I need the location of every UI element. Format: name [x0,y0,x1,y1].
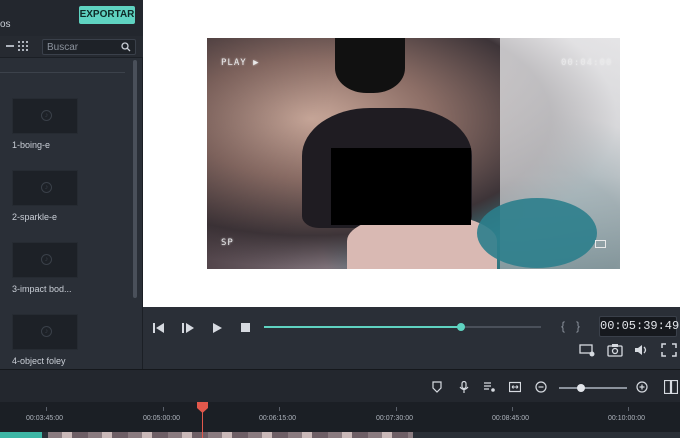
video-face-mask [335,38,405,93]
music-note-icon: ♪ [41,182,52,193]
progress-fill [264,326,461,328]
library-divider [0,72,125,73]
video-clip[interactable] [48,432,413,438]
music-note-icon: ♪ [41,254,52,265]
ruler-tick [396,407,397,411]
play-reverse-icon[interactable] [180,321,196,335]
zoom-slider-handle[interactable] [577,384,586,392]
snapshot-camera-icon[interactable] [607,343,623,357]
current-timecode[interactable]: 00:05:39:49 [599,316,679,337]
asset-label: 3-impact bod... [12,284,72,294]
ruler-label: 00:08:45:00 [492,415,529,422]
audio-asset-1[interactable]: ♪ 1-boing-e [12,98,80,150]
fit-timeline-icon[interactable] [509,381,521,393]
search-box [42,39,136,55]
asset-label: 4-object foley [12,356,66,366]
search-input[interactable] [47,41,119,53]
battery-icon [595,240,606,248]
library-scrollbar[interactable] [133,60,137,298]
playhead-handle[interactable] [197,402,208,413]
play-icon[interactable] [210,321,226,335]
playback-progress-bar[interactable] [264,323,541,331]
progress-handle[interactable] [456,323,465,331]
asset-label: 1-boing-e [12,140,51,150]
audio-clip[interactable] [0,432,42,438]
display-settings-icon[interactable] [579,343,595,357]
marker-shield-icon[interactable] [431,381,443,393]
ruler-label: 00:07:30:00 [376,415,413,422]
audio-thumbnail: ♪ [12,314,78,350]
censor-block [331,148,471,225]
search-icon[interactable] [121,42,131,52]
video-frame: PLAY ▶ 00:04:00 SP [207,38,620,269]
audio-asset-2[interactable]: ♪ 2-sparkle-e [12,170,80,222]
music-note-icon: ♪ [41,326,52,337]
ruler-label: 00:03:45:00 [26,415,63,422]
playback-controls: { } 00:05:39:49 [143,307,680,369]
previous-frame-icon[interactable] [151,321,167,335]
asset-label: 2-sparkle-e [12,212,58,222]
library-toolbar [0,36,143,58]
volume-icon[interactable] [634,343,650,357]
top-bar: os EXPORTAR [0,0,143,36]
osd-sp-label: SP [221,238,234,248]
ruler-tick [628,407,629,411]
menu-tab-fragment[interactable]: os [0,19,11,30]
audio-thumbnail: ♪ [12,170,78,206]
voiceover-list-icon[interactable] [483,381,495,393]
media-library-panel: ♪ 1-boing-e ♪ 2-sparkle-e ♪ 3-impact bod… [0,36,143,369]
grid-view-icon[interactable] [18,41,29,52]
osd-play-label: PLAY ▶ [221,58,260,68]
ruler-label: 00:05:00:00 [143,415,180,422]
audio-asset-4[interactable]: ♪ 4-object foley [12,314,80,366]
export-button[interactable]: EXPORTAR [79,6,135,24]
stop-icon[interactable] [238,321,254,335]
microphone-icon[interactable] [458,381,470,393]
osd-timecode: 00:04:00 [561,58,613,68]
audio-thumbnail: ♪ [12,242,78,278]
ruler-label: 00:10:00:00 [608,415,645,422]
fullscreen-icon[interactable] [661,343,677,357]
ruler-label: 00:06:15:00 [259,415,296,422]
music-note-icon: ♪ [41,110,52,121]
video-plush-toy [477,198,597,268]
menu-icon[interactable] [6,45,14,47]
ruler-tick [279,407,280,411]
panel-layout-icon[interactable] [664,380,678,394]
mark-in-icon[interactable]: { [561,319,565,333]
video-editor-window: os EXPORTAR ♪ 1-boing-e [0,0,680,438]
timeline-toolbar [0,369,680,402]
ruler-tick [46,407,47,411]
audio-asset-3[interactable]: ♪ 3-impact bod... [12,242,80,294]
preview-canvas: PLAY ▶ 00:04:00 SP [143,0,680,307]
mark-out-icon[interactable]: } [576,319,580,333]
zoom-slider[interactable] [559,384,627,392]
audio-thumbnail: ♪ [12,98,78,134]
ruler-tick [512,407,513,411]
ruler-tick [163,407,164,411]
zoom-out-icon[interactable] [535,381,547,393]
timeline-ruler[interactable]: 00:03:45:00 00:05:00:00 00:06:15:00 00:0… [0,402,680,438]
zoom-in-icon[interactable] [636,381,648,393]
